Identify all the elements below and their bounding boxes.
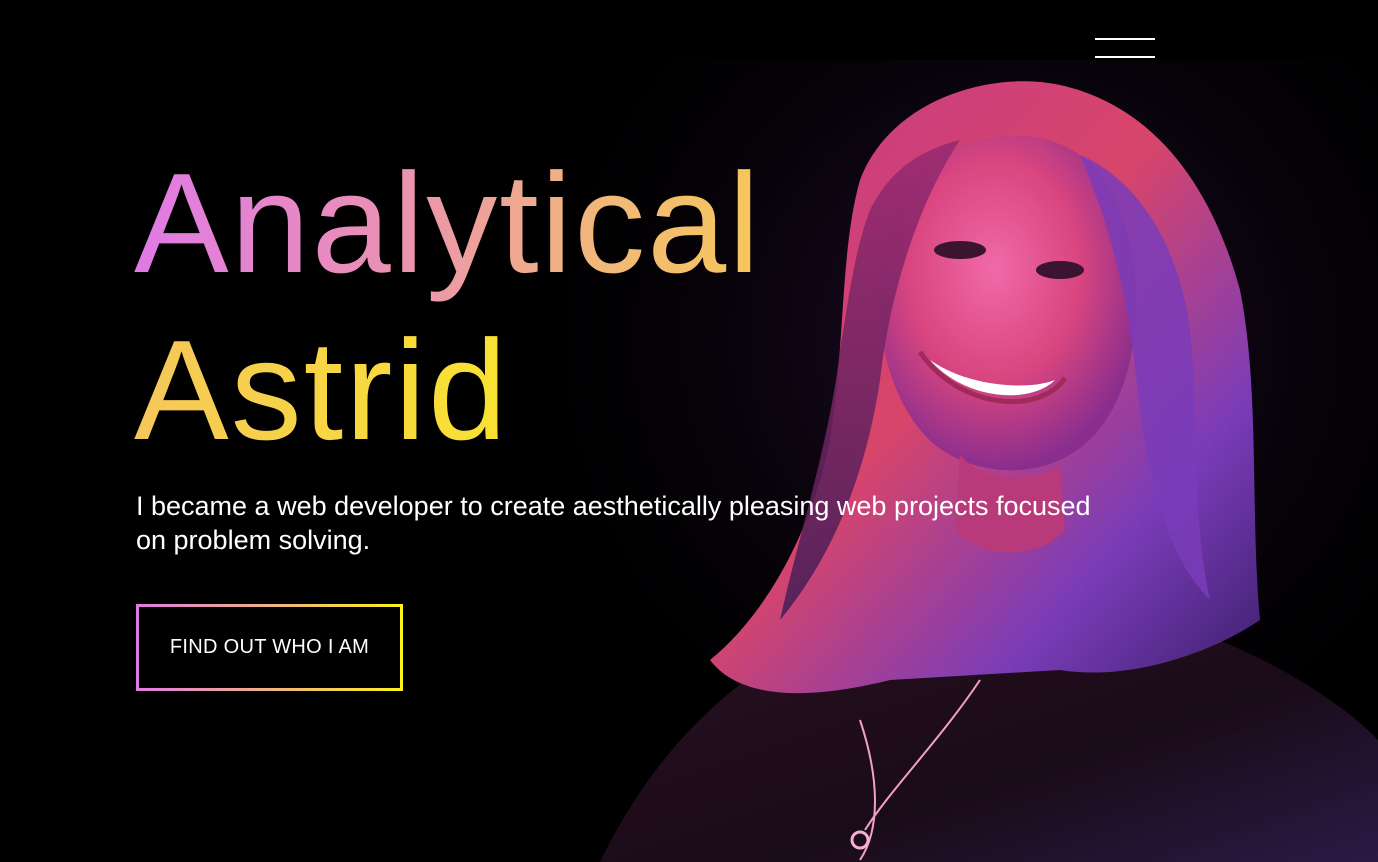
hamburger-menu-icon[interactable] [1090, 32, 1160, 68]
hero-page: Analytical Astrid I became a web develop… [0, 0, 1378, 862]
headline-line-1: Analytical [134, 140, 762, 307]
menu-bar-top [1095, 38, 1155, 40]
headline-line-2: Astrid [134, 307, 762, 474]
cta-label: FIND OUT WHO I AM [169, 636, 370, 658]
find-out-who-i-am-button[interactable]: FIND OUT WHO I AM [136, 604, 403, 691]
hero-tagline: I became a web developer to create aesth… [136, 491, 1091, 555]
hero-headline: Analytical Astrid [134, 140, 762, 474]
menu-bar-bottom [1095, 56, 1155, 58]
